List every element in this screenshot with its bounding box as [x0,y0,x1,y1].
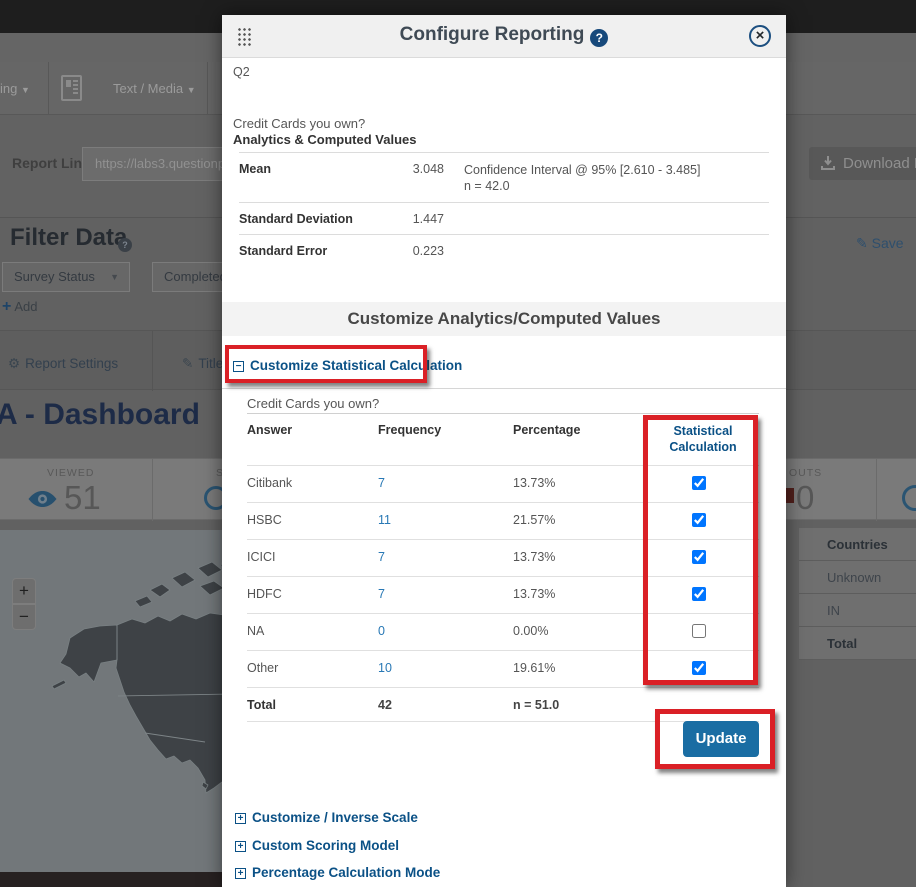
percentage-cell: 13.73% [513,466,647,502]
answer-cell: Citibank [247,466,378,502]
answer-cell: HDFC [247,577,378,613]
countries-header: Countries [799,528,916,561]
expand-icon[interactable]: + [235,813,246,824]
analytics-table: Mean 3.048 Confidence Interval @ 95% [2.… [239,152,769,266]
total-label: Total [247,688,378,721]
col-percentage: Percentage [513,414,647,465]
percentage-cell: 0.00% [513,614,647,650]
help-icon[interactable]: ? [590,29,608,47]
add-filter-button[interactable]: +Add [2,298,37,316]
app-root: ing ▼ Text / Media ▼ Report Link https:/… [0,0,916,887]
divider [222,388,786,389]
save-link[interactable]: ✎ Save [856,235,904,252]
time-icon [902,485,916,511]
table-row: Standard Error 0.223 [239,234,769,266]
viewed-label: VIEWED [47,467,94,479]
annotation-box-update-button [655,709,775,769]
mean-label: Mean [239,162,404,194]
plus-icon: + [2,298,11,315]
stat-divider [876,459,877,521]
expand-icon[interactable]: + [235,841,246,852]
close-icon[interactable]: × [749,25,771,47]
frequency-link[interactable]: 0 [378,624,385,638]
sd-value: 1.447 [404,212,444,226]
expand-icon[interactable]: + [235,868,246,879]
table-row[interactable]: IN [799,594,916,627]
dropouts-value: 0 [796,479,814,517]
frequency-link[interactable]: 7 [378,587,385,601]
countries-total-row: Total [799,627,916,660]
question-text: Credit Cards you own? [233,116,365,131]
percentage-cell: 21.57% [513,503,647,539]
customize-inverse-scale-link[interactable]: +Customize / Inverse Scale [235,810,418,825]
toolbar-divider [207,62,208,115]
gear-icon: ⚙ [8,356,20,371]
caret-down-icon: ▼ [187,85,196,95]
customize-heading: Customize Analytics/Computed Values [222,302,786,336]
analytics-heading: Analytics & Computed Values [233,132,417,147]
question-code: Q2 [233,65,250,79]
filter-data-title: Filter Data [10,224,127,252]
total-frequency: 42 [378,688,513,721]
download-data-button[interactable]: Download Da [809,147,916,180]
caret-down-icon: ▼ [21,85,30,95]
eye-icon [27,489,58,509]
dashboard-title: A - Dashboard [0,398,200,432]
toolbar-divider [48,62,49,115]
frequency-link[interactable]: 7 [378,476,385,490]
se-label: Standard Error [239,244,404,258]
table-row[interactable]: Unknown [799,561,916,594]
modal-header: Configure Reporting? × [222,15,786,58]
answer-cell: ICICI [247,540,378,576]
map-zoom-out-button[interactable]: − [12,604,36,630]
custom-scoring-model-link[interactable]: +Custom Scoring Model [235,838,399,853]
annotation-box-stat-calc-link [225,345,427,383]
modal-title: Configure Reporting? [222,24,786,47]
frequency-link[interactable]: 11 [378,513,391,527]
table-row: Standard Deviation 1.447 [239,202,769,234]
col-frequency: Frequency [378,414,513,465]
col-answer: Answer [247,414,378,465]
tab-divider [152,331,153,391]
map-zoom-in-button[interactable]: + [12,578,36,604]
frequency-link[interactable]: 7 [378,550,385,564]
mean-confidence: Confidence Interval @ 95% [2.610 - 3.485… [464,162,700,194]
survey-status-dropdown[interactable]: Survey Status ▼ [2,262,130,292]
percentage-cell: 13.73% [513,577,647,613]
frequency-link[interactable]: 10 [378,661,392,675]
download-icon [821,156,835,170]
countries-table: Countries Unknown IN Total [799,528,916,660]
total-n: n = 51.0 [513,688,647,721]
dropouts-label: OUTS [789,467,822,479]
annotation-box-checkbox-column [643,415,758,685]
toolbar-item-text-media[interactable]: Text / Media ▼ [113,81,196,96]
world-map[interactable]: + − [0,530,230,872]
viewed-value: 51 [64,479,101,517]
report-link-label: Report Link [12,155,90,171]
table-question-text: Credit Cards you own? [247,396,379,411]
mean-value: 3.048 [404,162,444,194]
stat-divider [152,459,153,521]
answer-cell: HSBC [247,503,378,539]
percentage-cell: 19.61% [513,651,647,687]
se-value: 0.223 [404,244,444,258]
tab-report-settings[interactable]: ⚙Report Settings [8,356,118,372]
pencil-icon: ✎ [856,235,868,251]
percentage-cell: 13.73% [513,540,647,576]
table-row: Mean 3.048 Confidence Interval @ 95% [2.… [239,152,769,202]
text-media-icon [61,75,82,101]
percentage-calculation-mode-link[interactable]: +Percentage Calculation Mode [235,865,440,880]
map-footer-bar [0,872,222,887]
sd-label: Standard Deviation [239,212,404,226]
answer-cell: NA [247,614,378,650]
toolbar-item-partial[interactable]: ing ▼ [0,81,30,96]
pencil-icon: ✎ [182,356,193,371]
caret-down-icon: ▼ [110,263,119,291]
help-icon[interactable]: ? [118,238,132,252]
answer-cell: Other [247,651,378,687]
